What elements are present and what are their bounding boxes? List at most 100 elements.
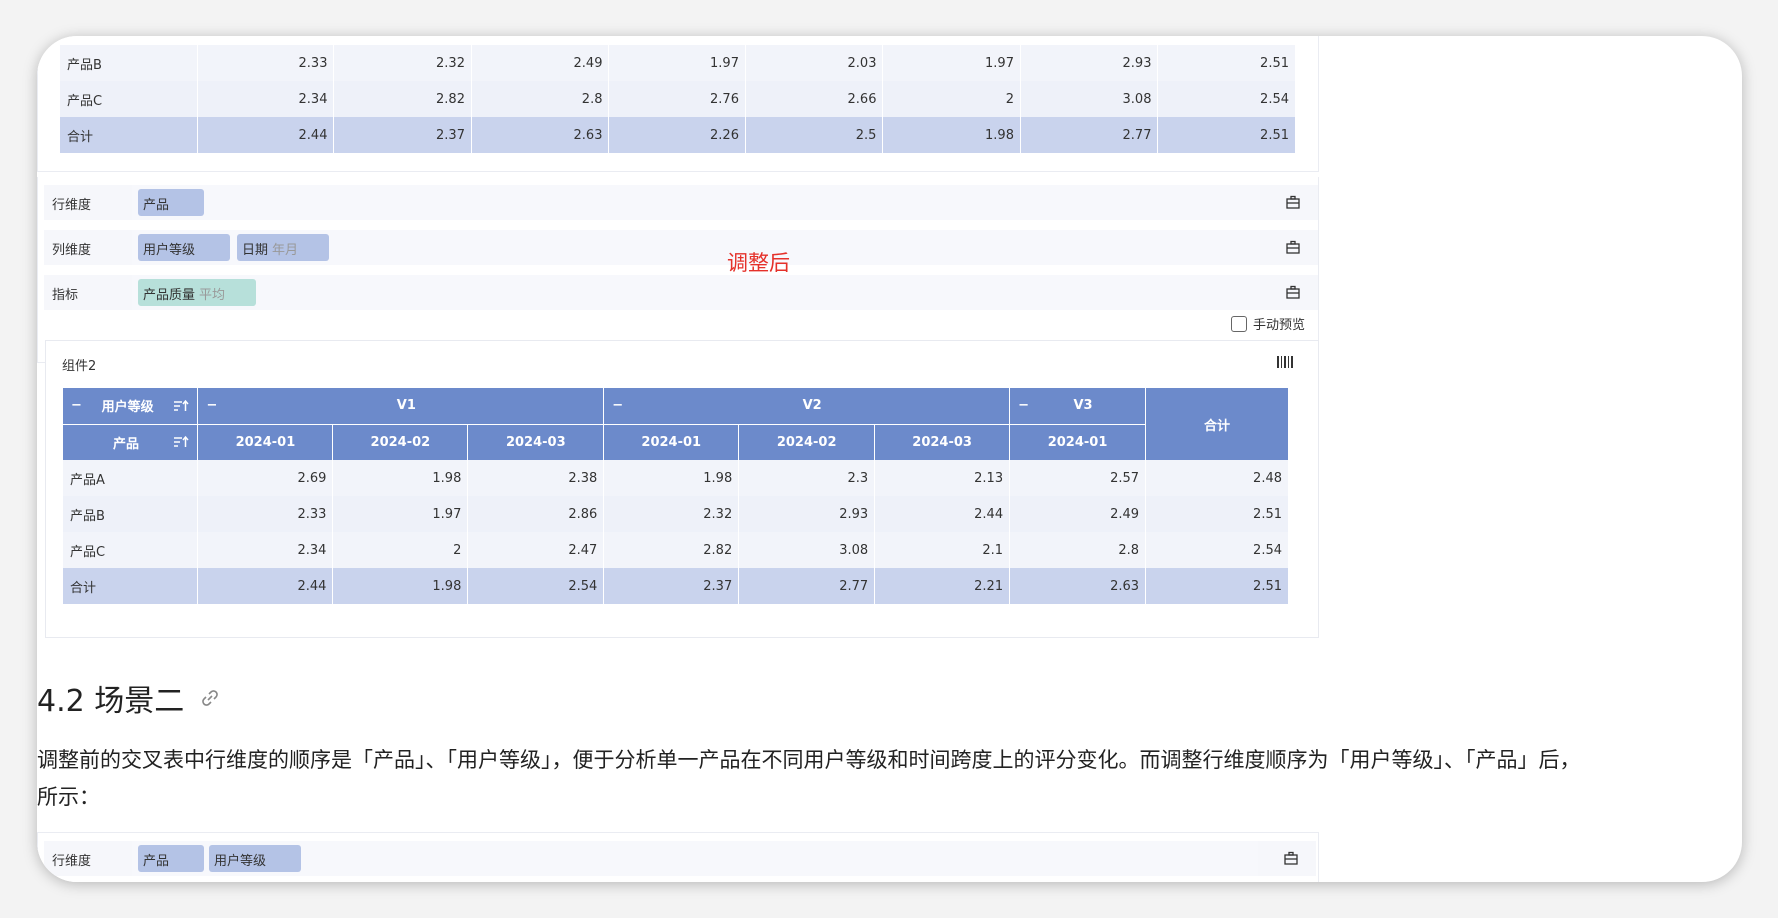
metric-dimension: 指标 产品质量 平均 bbox=[44, 275, 1318, 310]
cell: 2.93 bbox=[738, 496, 876, 532]
table-row: 产品A 2.69 1.98 2.38 1.98 2.3 2.13 2.57 2.… bbox=[63, 460, 1289, 496]
cell: 2.1 bbox=[874, 532, 1011, 568]
chip-user-level[interactable]: 用户等级 bbox=[209, 845, 301, 872]
month-header[interactable]: 2024-02 bbox=[332, 424, 469, 460]
cell: 1.97 bbox=[608, 45, 746, 81]
row-label: 产品C bbox=[63, 532, 199, 568]
cell: 2.77 bbox=[738, 568, 876, 604]
collapse-icon[interactable]: − bbox=[1018, 398, 1029, 413]
corner-header-product[interactable]: 产品 bbox=[63, 424, 199, 460]
row-label: 合计 bbox=[60, 117, 198, 153]
toolbox-icon[interactable] bbox=[1285, 194, 1301, 210]
barcode-icon[interactable] bbox=[1276, 353, 1294, 371]
metric-label: 指标 bbox=[52, 288, 79, 303]
month-header[interactable]: 2024-03 bbox=[874, 424, 1011, 460]
cell: 2.48 bbox=[1145, 460, 1289, 496]
total-column-header[interactable]: 合计 bbox=[1145, 388, 1289, 460]
chip-metric-agg: 平均 bbox=[199, 288, 226, 303]
table-row-total: 合计 2.44 1.98 2.54 2.37 2.77 2.21 2.63 2.… bbox=[63, 568, 1289, 604]
cell: 2.54 bbox=[1157, 81, 1296, 117]
paragraph-line: 所示： bbox=[37, 785, 100, 809]
metric-dropzone[interactable] bbox=[132, 275, 1260, 310]
cell: 2.32 bbox=[603, 496, 740, 532]
document-card: 产品B 2.33 2.32 2.49 1.97 2.03 1.97 2.93 2… bbox=[37, 36, 1742, 882]
cell: 2.47 bbox=[467, 532, 605, 568]
chip-product-quality[interactable]: 产品质量 平均 bbox=[138, 279, 256, 306]
cell: 2.21 bbox=[874, 568, 1011, 604]
cell: 3.08 bbox=[738, 532, 876, 568]
corner-product-label: 产品 bbox=[113, 436, 140, 452]
cell: 2.54 bbox=[467, 568, 605, 604]
header-row-bottom: 产品 2024-01 2024-02 2024-03 2024-01 2024-… bbox=[63, 424, 1289, 460]
cell: 1.98 bbox=[332, 460, 469, 496]
row-dimension-dropzone[interactable] bbox=[132, 185, 1260, 220]
chip-user-level[interactable]: 用户等级 bbox=[138, 234, 230, 261]
column-dimension-label: 列维度 bbox=[52, 243, 92, 258]
sort-icon[interactable] bbox=[173, 435, 190, 449]
section-paragraph: 调整前的交叉表中行维度的顺序是「产品」、「用户等级」，便于分析单一产品在不同用户… bbox=[37, 742, 1742, 816]
cell: 2.8 bbox=[1009, 532, 1147, 568]
month-header[interactable]: 2024-02 bbox=[738, 424, 876, 460]
section-heading: 4.2 场景二 bbox=[37, 676, 220, 720]
cell: 2.26 bbox=[608, 117, 746, 153]
row-label: 产品B bbox=[60, 45, 198, 81]
collapse-icon[interactable]: − bbox=[206, 398, 217, 413]
column-dimension: 列维度 用户等级 日期 年月 bbox=[44, 230, 1318, 265]
row-dimension-label: 行维度 bbox=[52, 854, 92, 869]
chip-date-label: 日期 bbox=[242, 243, 269, 258]
cell: 2.44 bbox=[197, 117, 335, 153]
chip-date[interactable]: 日期 年月 bbox=[237, 234, 329, 261]
cell: 2.82 bbox=[603, 532, 740, 568]
cell: 2.33 bbox=[197, 45, 335, 81]
group-label: V2 bbox=[802, 398, 822, 414]
row-dimension: 行维度 产品 用户等级 bbox=[44, 841, 1316, 876]
manual-preview-toggle[interactable]: 手动预览 bbox=[1231, 314, 1305, 333]
cell: 2.37 bbox=[333, 117, 472, 153]
toolbox-icon[interactable] bbox=[1285, 284, 1301, 300]
month-header[interactable]: 2024-01 bbox=[197, 424, 334, 460]
cell: 2.44 bbox=[874, 496, 1011, 532]
cell: 2.66 bbox=[745, 81, 884, 117]
cell: 2 bbox=[882, 81, 1021, 117]
sort-icon[interactable] bbox=[173, 399, 190, 413]
group-header-v1[interactable]: − V1 bbox=[197, 388, 605, 425]
cell: 2.49 bbox=[471, 45, 610, 81]
toolbox-icon[interactable] bbox=[1283, 850, 1299, 866]
table-row-total: 合计 2.44 2.37 2.63 2.26 2.5 1.98 2.77 2.5… bbox=[60, 117, 1296, 153]
anchor-link-icon[interactable] bbox=[200, 688, 220, 708]
group-header-v3[interactable]: − V3 bbox=[1009, 388, 1147, 425]
group-label: V1 bbox=[396, 398, 416, 414]
cell: 2.63 bbox=[1009, 568, 1147, 604]
cell: 2.13 bbox=[874, 460, 1011, 496]
cell: 2.34 bbox=[197, 532, 334, 568]
cell: 2.03 bbox=[745, 45, 884, 81]
component-title: 组件2 bbox=[62, 359, 97, 374]
cell: 2.44 bbox=[197, 568, 334, 604]
cell: 2 bbox=[332, 532, 469, 568]
month-header[interactable]: 2024-01 bbox=[1009, 424, 1147, 460]
dimension-config-panel: 行维度 产品 列维度 用户等级 日期 年月 指标 产品质量 平均 bbox=[37, 177, 1319, 363]
corner-header-user-level[interactable]: − 用户等级 bbox=[63, 388, 199, 425]
cell: 2.49 bbox=[1009, 496, 1147, 532]
collapse-icon[interactable]: − bbox=[71, 398, 82, 413]
collapse-icon[interactable]: − bbox=[612, 398, 623, 413]
section-heading-text: 4.2 场景二 bbox=[37, 684, 185, 719]
cell: 2.57 bbox=[1009, 460, 1147, 496]
month-header[interactable]: 2024-03 bbox=[467, 424, 605, 460]
row-label: 合计 bbox=[63, 568, 199, 604]
table-row: 产品B 2.33 1.97 2.86 2.32 2.93 2.44 2.49 2… bbox=[63, 496, 1289, 532]
table-row: 产品C 2.34 2.82 2.8 2.76 2.66 2 3.08 2.54 bbox=[60, 81, 1296, 117]
chip-product[interactable]: 产品 bbox=[138, 845, 204, 872]
manual-preview-checkbox[interactable] bbox=[1231, 315, 1247, 332]
month-header[interactable]: 2024-01 bbox=[603, 424, 740, 460]
row-dimension: 行维度 产品 bbox=[44, 185, 1318, 220]
cell: 2.54 bbox=[1145, 532, 1289, 568]
cell: 2.63 bbox=[471, 117, 610, 153]
cell: 2.51 bbox=[1157, 117, 1296, 153]
cell: 2.33 bbox=[197, 496, 334, 532]
top-table: 产品B 2.33 2.32 2.49 1.97 2.03 1.97 2.93 2… bbox=[60, 45, 1296, 153]
toolbox-icon[interactable] bbox=[1285, 239, 1301, 255]
chip-product[interactable]: 产品 bbox=[138, 189, 204, 216]
group-header-v2[interactable]: − V2 bbox=[603, 388, 1011, 425]
corner-user-level-label: 用户等级 bbox=[101, 400, 154, 416]
